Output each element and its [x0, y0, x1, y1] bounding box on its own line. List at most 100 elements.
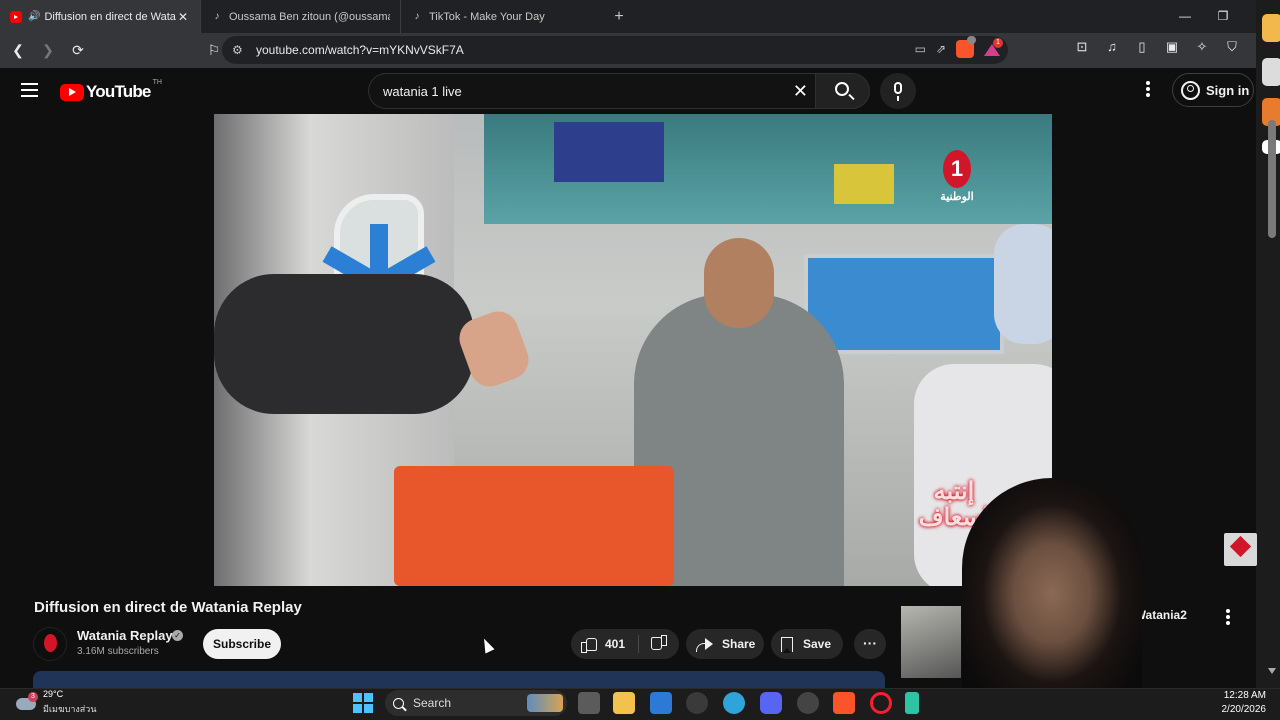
brave-shields-icon[interactable]: [956, 36, 976, 58]
side-panel-item[interactable]: [1262, 58, 1280, 86]
recommended-more-icon[interactable]: [1223, 609, 1233, 627]
tiktok-favicon-icon: ♪: [414, 11, 420, 22]
search-highlight-icon: [527, 694, 563, 712]
tab-tiktok[interactable]: ♪ TikTok - Make Your Day: [400, 0, 600, 33]
file-explorer-icon[interactable]: [613, 692, 635, 714]
more-actions-button[interactable]: ···: [854, 629, 886, 659]
subscribe-button[interactable]: Subscribe: [203, 629, 281, 659]
thumbs-up-icon: [581, 637, 597, 653]
search-input[interactable]: watania 1 live ✕: [368, 73, 816, 109]
share-label: Share: [722, 637, 756, 651]
video-player[interactable]: 1 الوطنية إنتبه إسعاف: [214, 114, 1052, 586]
url-text: youtube.com/watch?v=mYKNvVSkF7A: [256, 43, 464, 57]
watania-channel-logo: 1 الوطنية: [929, 148, 985, 208]
address-bar[interactable]: ⚙ youtube.com/watch?v=mYKNvVSkF7A ▭ ⇗ 1: [222, 36, 1008, 64]
settings-more-icon[interactable]: [1141, 81, 1155, 101]
youtube-logo[interactable]: YouTube TH: [60, 79, 162, 102]
brave-icon[interactable]: [833, 692, 855, 714]
share-page-icon[interactable]: ⇗: [936, 42, 946, 56]
browser-side-panel: [1256, 0, 1280, 688]
user-icon: [1181, 80, 1200, 100]
bookmark-icon: [781, 636, 793, 653]
site-info-icon[interactable]: ⚙: [232, 43, 250, 57]
mouse-cursor: [479, 636, 495, 654]
video-title: Diffusion en direct de Watania Replay: [34, 599, 302, 616]
cast-icon[interactable]: ▭: [915, 42, 926, 56]
app-icon[interactable]: [686, 692, 708, 714]
search-icon: [835, 82, 849, 96]
taskbar-search[interactable]: Search: [385, 690, 567, 716]
app-icon[interactable]: [905, 692, 919, 714]
reload-button[interactable]: ⟳: [66, 39, 90, 63]
youtube-play-icon: [60, 83, 84, 101]
page-scrollbar[interactable]: [1268, 120, 1276, 238]
minimize-button[interactable]: —: [1166, 0, 1204, 33]
steam-icon[interactable]: [797, 692, 819, 714]
back-button[interactable]: ❮: [6, 39, 30, 63]
weather-badge: 3: [28, 692, 38, 702]
tab-title: TikTok - Make Your Day: [429, 10, 545, 23]
channel-avatar[interactable]: [33, 627, 67, 661]
side-panel-item[interactable]: [1262, 14, 1280, 42]
search-button[interactable]: [815, 73, 870, 109]
task-view-icon[interactable]: [578, 692, 600, 714]
share-button[interactable]: Share: [686, 629, 764, 659]
system-clock[interactable]: 12:28 AM 2/20/2026: [1210, 689, 1267, 717]
edge-icon[interactable]: [723, 692, 745, 714]
clock-time: 12:28 AM: [1223, 690, 1266, 701]
microsoft-store-icon[interactable]: [650, 692, 672, 714]
media-icon[interactable]: ♫: [1102, 39, 1122, 55]
vpn-icon[interactable]: ⛉: [1222, 39, 1242, 55]
save-button[interactable]: Save: [771, 629, 843, 659]
browser-tab-strip: 🔊 Diffusion en direct de Watania ✕ ♪ Ous…: [0, 0, 1280, 33]
description-panel[interactable]: [33, 671, 885, 688]
scroll-down-arrow-icon[interactable]: [1268, 668, 1276, 674]
tab-title: Oussama Ben zitoun (@oussama.ben: [229, 10, 390, 23]
browser-toolbar: ❮ ❯ ⟳ ⚐ ⚙ youtube.com/watch?v=mYKNvVSkF7…: [0, 33, 1280, 68]
tab-tiktok-profile[interactable]: ♪ Oussama Ben zitoun (@oussama.ben: [200, 0, 400, 33]
recommended-video-thumbnail[interactable]: [901, 606, 961, 678]
save-label: Save: [803, 637, 832, 651]
opera-icon[interactable]: [870, 692, 892, 714]
screenshot-icon[interactable]: ⊡: [1072, 39, 1092, 55]
youtube-header: YouTube TH watania 1 live ✕ Sign in: [0, 68, 1256, 114]
wallet-icon[interactable]: ▣: [1162, 39, 1182, 55]
speaker-icon[interactable]: 🔊: [28, 11, 40, 22]
forward-button[interactable]: ❯: [36, 39, 60, 63]
tab-title: Diffusion en direct de Watania: [44, 10, 176, 23]
weather-description: มีเมฆบางส่วน: [43, 704, 97, 714]
channel-name[interactable]: Watania Replay: [77, 628, 173, 643]
verified-icon: ✓: [172, 630, 183, 641]
country-code: TH: [152, 79, 162, 86]
like-dislike-group: 401: [571, 629, 679, 659]
leo-ai-icon[interactable]: ✧: [1192, 39, 1212, 55]
search-icon: [393, 697, 404, 709]
tab-youtube[interactable]: 🔊 Diffusion en direct de Watania ✕: [0, 0, 200, 33]
clock-date: 2/20/2026: [1221, 704, 1267, 715]
close-tab-icon[interactable]: ✕: [176, 10, 190, 24]
browser-extensions: ⊡ ♫ ▯ ▣ ✧ ⛉ ☰: [1072, 39, 1272, 55]
sign-in-label: Sign in: [1206, 82, 1250, 98]
voice-search-button[interactable]: [880, 73, 916, 109]
channel-watermark-icon[interactable]: [1224, 533, 1257, 566]
like-button[interactable]: 401: [571, 629, 637, 659]
like-count: 401: [605, 637, 626, 651]
brave-rewards-icon[interactable]: 1: [984, 38, 1003, 56]
sign-in-button[interactable]: Sign in: [1172, 73, 1254, 107]
windows-taskbar: 3 29°C มีเมฆบางส่วน Search 12:28 AM 2/20…: [0, 688, 1280, 720]
discord-icon[interactable]: [760, 692, 782, 714]
restore-button[interactable]: ❐: [1204, 0, 1242, 33]
start-button[interactable]: [353, 693, 373, 713]
sidebar-icon[interactable]: ▯: [1132, 39, 1152, 55]
dislike-button[interactable]: [643, 629, 675, 659]
new-tab-button[interactable]: +: [604, 8, 634, 26]
logo-wordmark: YouTube: [86, 82, 151, 101]
temperature: 29°C: [43, 689, 64, 699]
share-icon: [696, 637, 714, 652]
guide-menu-icon[interactable]: [21, 83, 38, 97]
tiktok-favicon-icon: ♪: [214, 11, 220, 22]
clear-search-icon[interactable]: ✕: [793, 81, 808, 102]
search-query: watania 1 live: [383, 83, 462, 99]
weather-icon[interactable]: 3: [16, 692, 38, 714]
microphone-icon: [894, 82, 902, 101]
